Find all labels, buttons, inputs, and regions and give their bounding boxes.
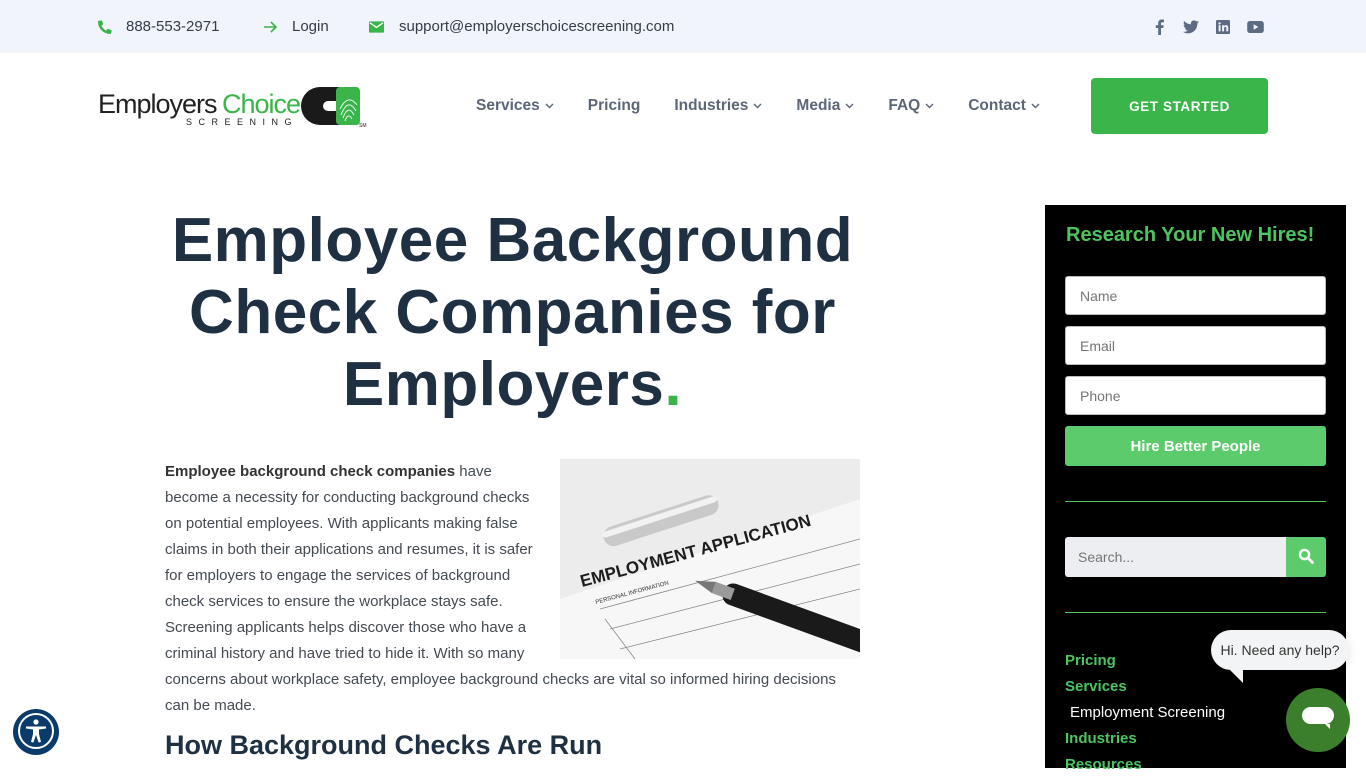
logo-sm-mark: SM <box>359 123 367 129</box>
main-nav: Services Pricing Industries Media FAQ Co… <box>476 53 1074 158</box>
accessibility-icon <box>16 711 56 754</box>
phone-link[interactable]: 888-553-2971 <box>98 0 219 53</box>
twitter-icon[interactable] <box>1182 18 1200 36</box>
envelope-icon <box>369 20 384 33</box>
section-heading: How Background Checks Are Run <box>165 730 603 760</box>
chevron-down-icon <box>845 103 854 109</box>
logo-word-employers: Employers <box>98 89 217 119</box>
title-accent-dot: . <box>664 350 683 419</box>
login-label: Login <box>292 18 329 35</box>
search-icon <box>1298 548 1314 567</box>
sidebar-form-title: Research Your New Hires! <box>1066 224 1315 246</box>
nav-services-label: Services <box>476 96 540 114</box>
accessibility-button[interactable] <box>13 709 59 755</box>
nav-media[interactable]: Media <box>796 97 854 115</box>
nav-pricing-label: Pricing <box>587 96 641 114</box>
nav-industries[interactable]: Industries <box>674 97 762 115</box>
linkedin-icon[interactable] <box>1214 18 1232 36</box>
sidebar-link-industries[interactable]: Industries <box>1065 726 1225 752</box>
phone-icon <box>98 19 112 34</box>
search-input[interactable] <box>1065 537 1287 577</box>
page-title-text: Employee Background Check Companies for … <box>171 206 854 419</box>
nav-contact[interactable]: Contact <box>968 97 1040 115</box>
search-button[interactable] <box>1286 537 1326 577</box>
logo-tagline: SCREENING <box>186 117 298 127</box>
sidebar-link-resources[interactable]: Resources <box>1065 752 1225 778</box>
chat-icon <box>1301 706 1335 735</box>
email-link[interactable]: support@employerschoicescreening.com <box>369 0 674 53</box>
sidebar-link-services[interactable]: Services <box>1065 674 1225 700</box>
site-header: Employers Choice SCREENING SM Services P… <box>0 53 1366 158</box>
social-links <box>1136 0 1264 53</box>
chevron-down-icon <box>925 103 934 109</box>
top-contact-bar: 888-553-2971 Login support@employerschoi… <box>0 0 1366 53</box>
phone-field[interactable] <box>1065 376 1326 415</box>
nav-pricing[interactable]: Pricing <box>588 97 641 115</box>
email-address: support@employerschoicescreening.com <box>399 18 675 35</box>
nav-faq-label: FAQ <box>888 96 921 114</box>
divider <box>1065 501 1326 502</box>
nav-services[interactable]: Services <box>476 97 554 115</box>
sidebar-link-pricing[interactable]: Pricing <box>1065 648 1225 674</box>
youtube-icon[interactable] <box>1246 18 1264 36</box>
sidebar-links: Pricing Services Employment Screening In… <box>1065 648 1225 778</box>
nav-media-label: Media <box>796 96 841 114</box>
article-body: EMPLOYMENT APPLICATION PERSONAL INFORMAT… <box>165 459 860 719</box>
arrow-right-icon <box>264 20 278 34</box>
email-field[interactable] <box>1065 326 1326 365</box>
chevron-down-icon <box>753 103 762 109</box>
chat-launcher-button[interactable] <box>1286 688 1350 752</box>
name-field[interactable] <box>1065 276 1326 315</box>
chevron-down-icon <box>1031 103 1040 109</box>
chevron-down-icon <box>545 103 554 109</box>
login-link[interactable]: Login <box>264 0 329 53</box>
intro-bold-text: Employee background check companies <box>165 463 456 480</box>
sidebar: Research Your New Hires! Hire Better Peo… <box>1045 205 1346 773</box>
phone-number: 888-553-2971 <box>126 18 220 35</box>
nav-industries-label: Industries <box>674 96 749 114</box>
get-started-button[interactable]: GET STARTED <box>1091 78 1268 134</box>
site-logo[interactable]: Employers Choice SCREENING SM <box>98 85 370 129</box>
nav-faq[interactable]: FAQ <box>888 97 934 115</box>
employment-application-image: EMPLOYMENT APPLICATION PERSONAL INFORMAT… <box>560 459 860 659</box>
page-title: Employee Background Check Companies for … <box>160 205 865 421</box>
chat-bubble-tail <box>1230 670 1243 683</box>
facebook-icon[interactable] <box>1150 18 1168 36</box>
sidebar-link-employment-screening[interactable]: Employment Screening <box>1065 700 1225 726</box>
nav-contact-label: Contact <box>968 96 1026 114</box>
logo-word-choice: Choice <box>222 89 300 119</box>
divider <box>1065 612 1326 613</box>
hire-better-people-button[interactable]: Hire Better People <box>1065 426 1326 466</box>
chat-greeting-bubble[interactable]: Hi. Need any help? <box>1211 630 1349 670</box>
